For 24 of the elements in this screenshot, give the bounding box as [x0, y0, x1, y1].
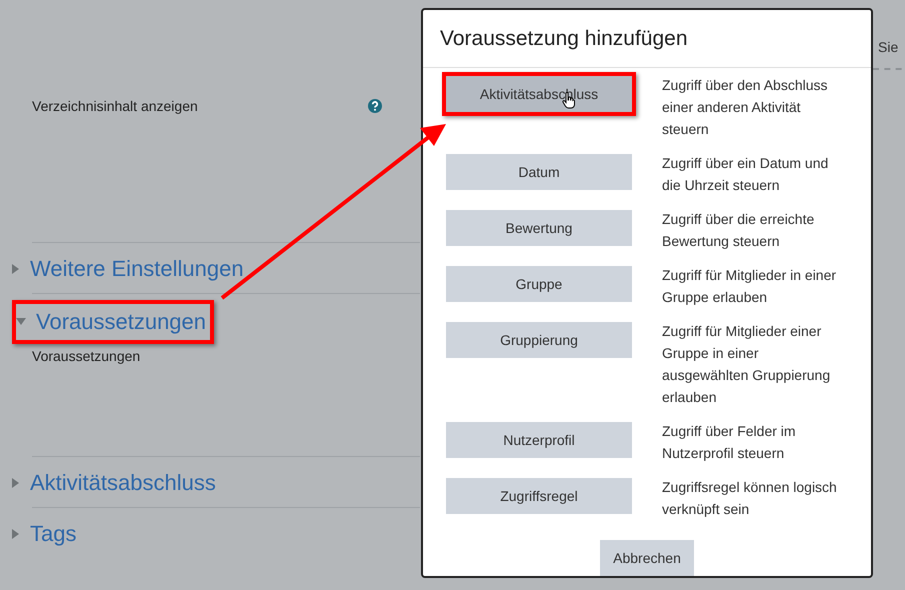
setting-label: Verzeichnisinhalt anzeigen [32, 96, 198, 116]
section-content-label: Voraussetzungen [32, 347, 142, 366]
caret-right-icon [12, 478, 20, 488]
option-description: Zugriff über Felder im Nutzerprofil steuern [662, 422, 797, 463]
caret-down-icon [16, 318, 26, 326]
option-button[interactable]: Bewertung [446, 210, 632, 246]
cancel-button[interactable]: Abbrechen [600, 540, 694, 576]
caret-right-icon [12, 529, 20, 539]
option-button[interactable]: Datum [446, 154, 632, 190]
option-description: Zugriffsregel können logisch verknüpft sein [662, 478, 838, 519]
option-description: Zugriff über den Abschluss einer anderen Aktivität steuern [662, 76, 829, 139]
dialog-title: Voraussetzung hinzufügen [440, 26, 688, 52]
option-button[interactable]: Aktivitätsabschluss [446, 76, 632, 112]
option-button[interactable]: Zugriffsregel [446, 478, 632, 514]
help-icon[interactable] [368, 99, 382, 113]
option-description: Zugriff über die erreichte Bewertung steuern [662, 210, 816, 251]
option-button[interactable]: Gruppierung [446, 322, 632, 358]
option-button[interactable]: Nutzerprofil [446, 422, 632, 458]
option-description: Zugriff für Mitglieder einer Gruppe in einer ausgewählten Gruppierung erlauben [662, 322, 832, 407]
caret-right-icon [12, 264, 20, 274]
option-description: Zugriff über ein Datum und die Uhrzeit steuern [662, 154, 830, 195]
option-description: Zugriff für Mitglieder in einer Gruppe erlauben [662, 266, 838, 307]
option-button[interactable]: Gruppe [446, 266, 632, 302]
edge-text: Sie [877, 39, 898, 55]
